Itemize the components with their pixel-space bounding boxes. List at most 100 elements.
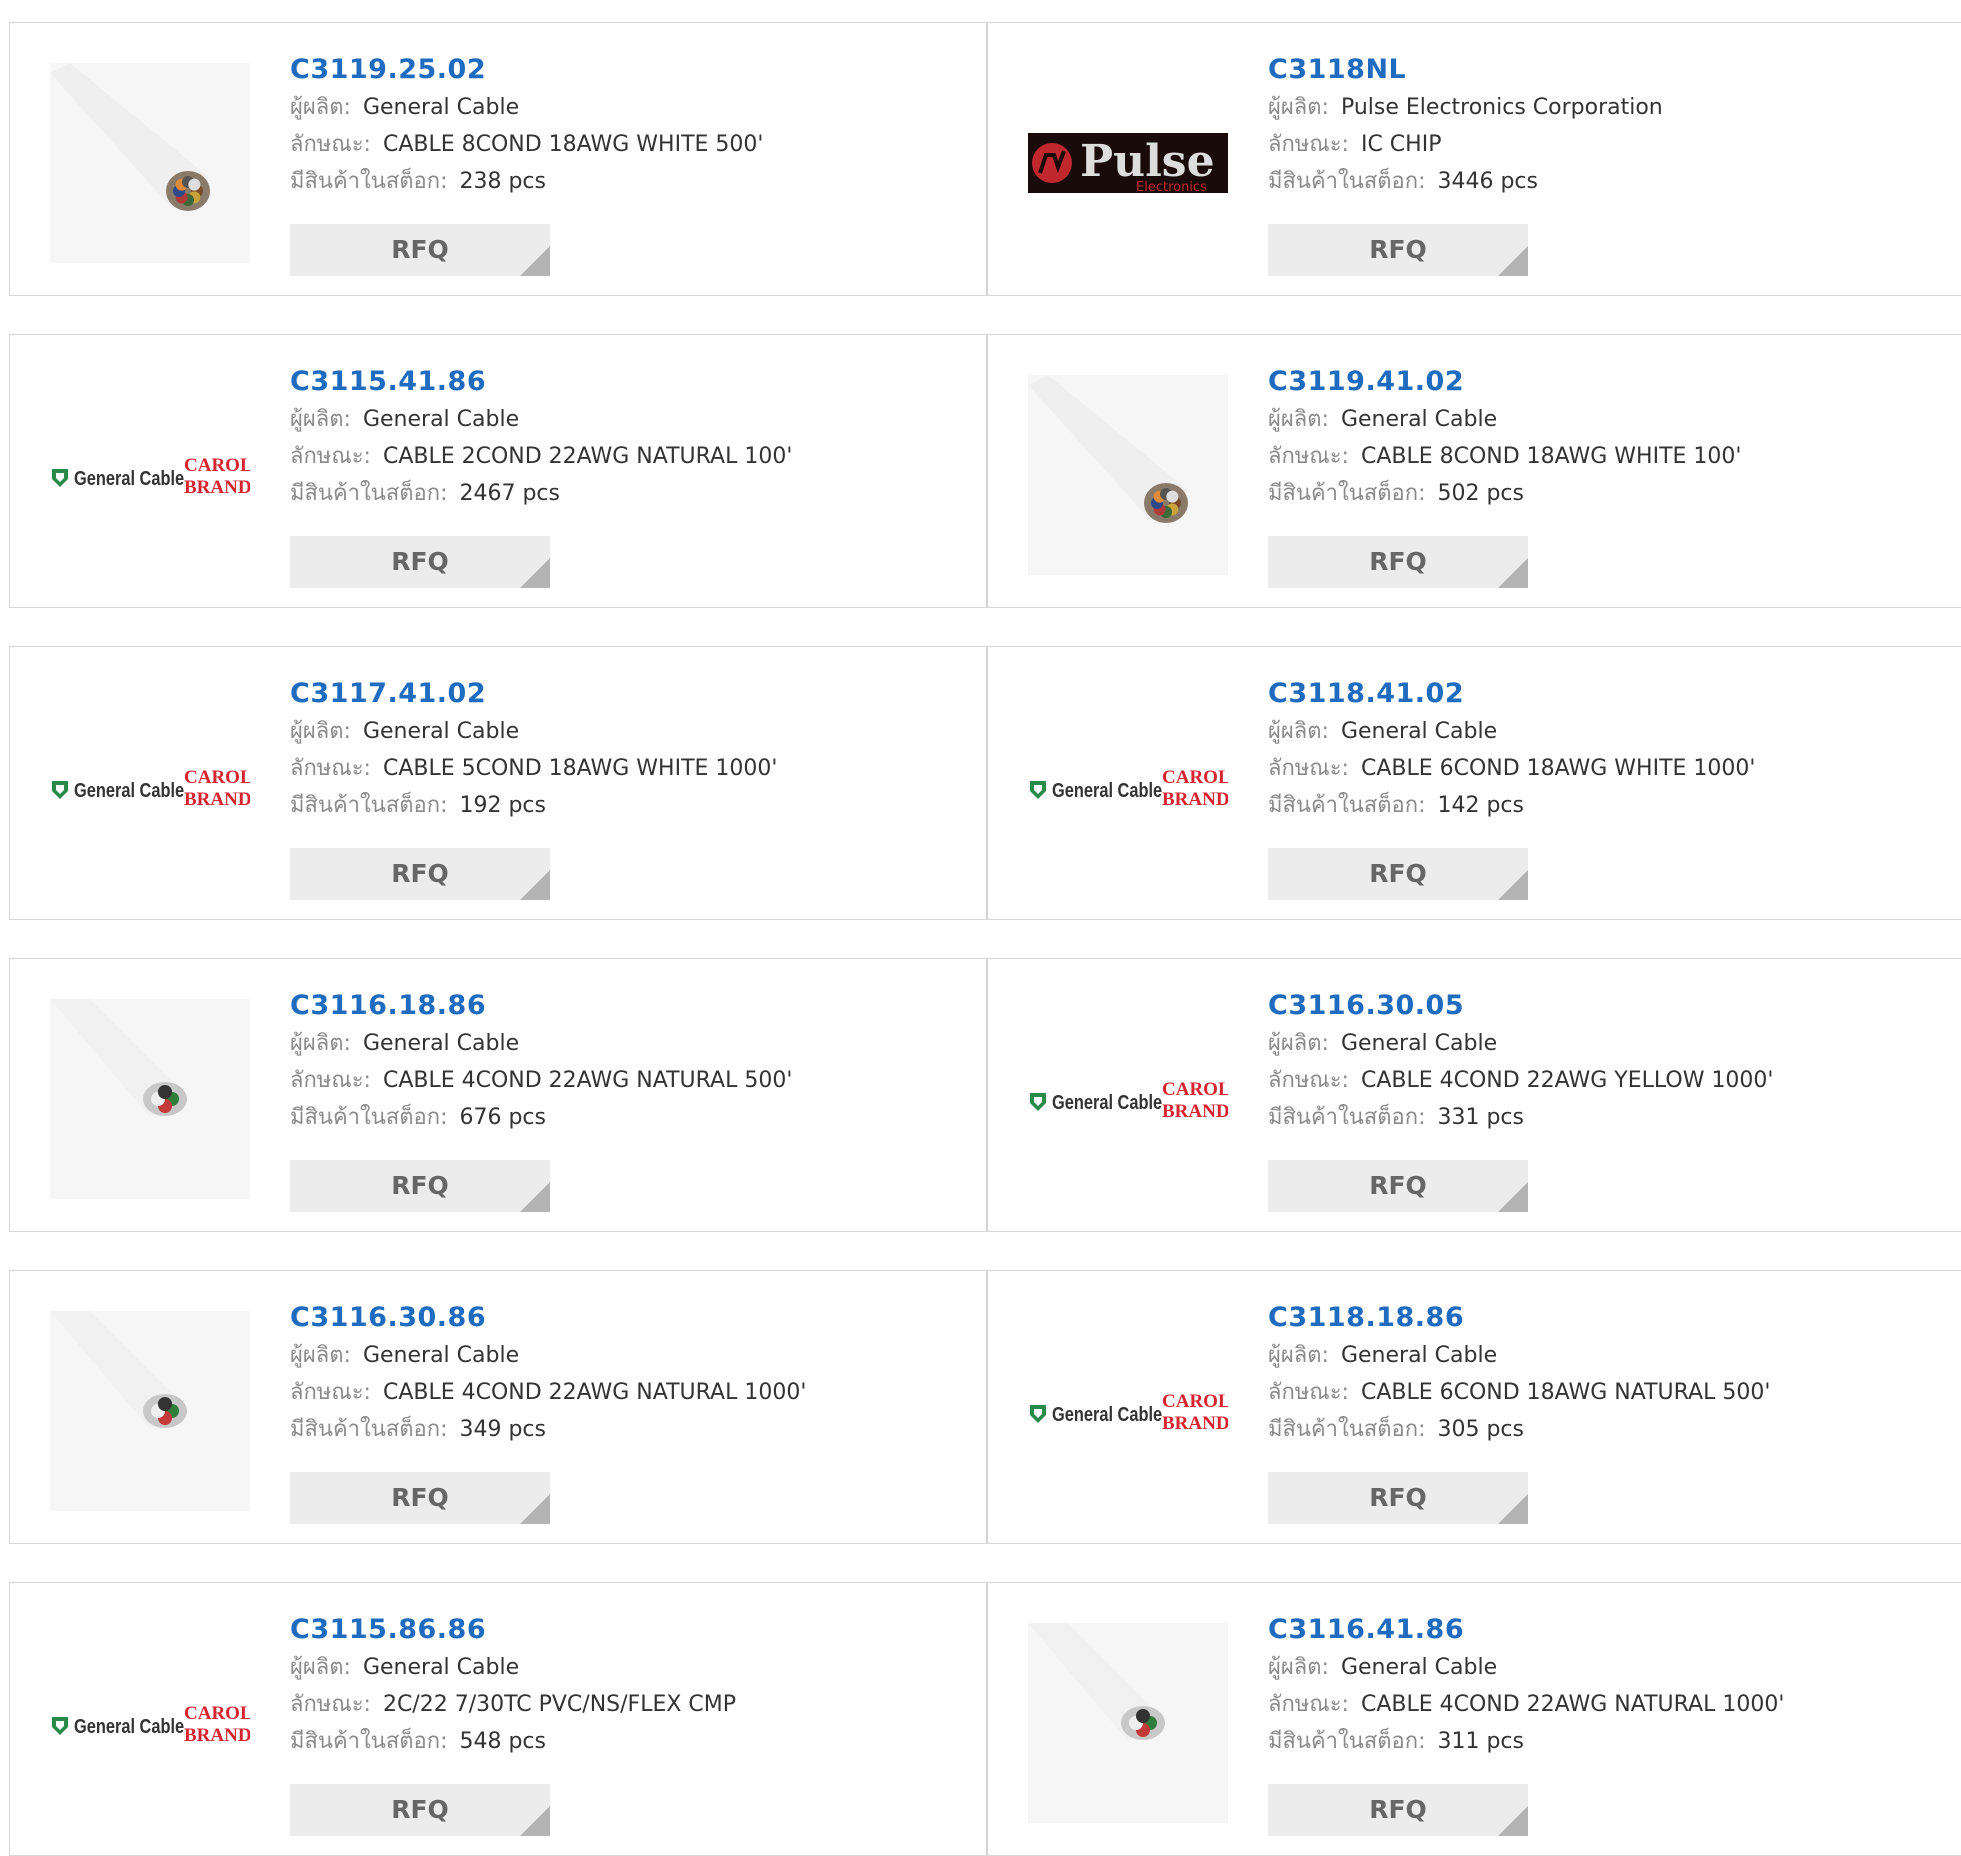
rfq-button[interactable]: RFQ <box>1268 224 1528 276</box>
svg-text:BRAND: BRAND <box>184 789 250 810</box>
part-number-link[interactable]: C3116.41.86 <box>1268 1611 1944 1649</box>
rfq-label: RFQ <box>1369 859 1427 888</box>
description-row: ลักษณะ: CABLE 5COND 18AWG WHITE 1000' <box>290 750 966 787</box>
svg-text:General Cable: General Cable <box>1052 1090 1162 1113</box>
general-cable-logo[interactable]: General Cable CAROL BRAND <box>50 687 253 887</box>
manufacturer-row: ผู้ผลิต: General Cable <box>290 713 966 750</box>
stock-row: มีสินค้าในสต็อก: 349 pcs <box>290 1411 966 1448</box>
rfq-button[interactable]: RFQ <box>1268 848 1528 900</box>
rfq-button[interactable]: RFQ <box>1268 1784 1528 1836</box>
rfq-label: RFQ <box>1369 1483 1427 1512</box>
description-label: ลักษณะ: <box>1268 444 1349 469</box>
svg-text:General Cable: General Cable <box>1052 778 1162 801</box>
corner-triangle-icon <box>520 1182 550 1212</box>
cable-product-image[interactable] <box>1028 1623 1228 1823</box>
svg-text:General Cable: General Cable <box>74 778 184 801</box>
rfq-button[interactable]: RFQ <box>290 1784 550 1836</box>
manufacturer-row: ผู้ผลิต: General Cable <box>1268 401 1944 438</box>
product-card: General Cable CAROL BRAND C3118.41.02 ผู… <box>987 646 1961 920</box>
stock-value: 502 pcs <box>1437 481 1524 506</box>
manufacturer-value: Pulse Electronics Corporation <box>1340 95 1663 120</box>
stock-label: มีสินค้าในสต็อก: <box>290 169 448 194</box>
part-number-link[interactable]: C3115.86.86 <box>290 1611 966 1649</box>
description-value: CABLE 8COND 18AWG WHITE 500' <box>382 132 764 157</box>
part-number-link[interactable]: C3116.30.05 <box>1268 987 1944 1025</box>
cable-product-image[interactable] <box>50 63 250 263</box>
description-value: CABLE 4COND 22AWG YELLOW 1000' <box>1360 1068 1774 1093</box>
description-value: CABLE 6COND 18AWG WHITE 1000' <box>1360 756 1756 781</box>
rfq-button[interactable]: RFQ <box>1268 536 1528 588</box>
rfq-button[interactable]: RFQ <box>290 1472 550 1524</box>
part-number-link[interactable]: C3118.41.02 <box>1268 675 1944 713</box>
rfq-button[interactable]: RFQ <box>290 848 550 900</box>
description-value: CABLE 8COND 18AWG WHITE 100' <box>1360 444 1742 469</box>
rfq-button[interactable]: RFQ <box>290 1160 550 1212</box>
description-row: ลักษณะ: CABLE 4COND 22AWG YELLOW 1000' <box>1268 1062 1944 1099</box>
manufacturer-value: General Cable <box>362 1655 520 1680</box>
manufacturer-label: ผู้ผลิต: <box>1268 95 1329 120</box>
stock-value: 676 pcs <box>459 1105 546 1130</box>
description-row: ลักษณะ: CABLE 2COND 22AWG NATURAL 100' <box>290 438 966 475</box>
cable-product-image[interactable] <box>1028 375 1228 575</box>
part-number-link[interactable]: C3116.18.86 <box>290 987 966 1025</box>
part-number-link[interactable]: C3117.41.02 <box>290 675 966 713</box>
manufacturer-value: General Cable <box>362 407 520 432</box>
rfq-label: RFQ <box>391 1171 449 1200</box>
manufacturer-row: ผู้ผลิต: General Cable <box>290 1025 966 1062</box>
product-info: C3119.25.02 ผู้ผลิต: General Cable ลักษณะ… <box>290 51 966 200</box>
part-number-link[interactable]: C3119.25.02 <box>290 51 966 89</box>
rfq-button[interactable]: RFQ <box>290 536 550 588</box>
description-label: ลักษณะ: <box>290 756 371 781</box>
manufacturer-label: ผู้ผลิต: <box>1268 719 1329 744</box>
stock-row: มีสินค้าในสต็อก: 311 pcs <box>1268 1723 1944 1760</box>
cable-product-image[interactable] <box>50 1311 250 1511</box>
description-label: ลักษณะ: <box>1268 756 1349 781</box>
description-value: CABLE 5COND 18AWG WHITE 1000' <box>382 756 778 781</box>
part-number-link[interactable]: C3116.30.86 <box>290 1299 966 1337</box>
product-card: C3116.18.86 ผู้ผลิต: General Cable ลักษณะ… <box>9 958 987 1232</box>
manufacturer-value: General Cable <box>362 1343 520 1368</box>
description-row: ลักษณะ: CABLE 8COND 18AWG WHITE 100' <box>1268 438 1944 475</box>
general-cable-logo[interactable]: General Cable CAROL BRAND <box>50 1623 253 1823</box>
general-cable-logo[interactable]: General Cable CAROL BRAND <box>1028 687 1231 887</box>
general-cable-logo[interactable]: General Cable CAROL BRAND <box>1028 999 1231 1199</box>
description-label: ลักษณะ: <box>1268 1692 1349 1717</box>
description-label: ลักษณะ: <box>290 444 371 469</box>
svg-text:General Cable: General Cable <box>74 1714 184 1737</box>
manufacturer-row: ผู้ผลิต: General Cable <box>1268 713 1944 750</box>
product-info: C3115.86.86 ผู้ผลิต: General Cable ลักษณะ… <box>290 1611 966 1760</box>
manufacturer-value: General Cable <box>362 95 520 120</box>
rfq-button[interactable]: RFQ <box>1268 1472 1528 1524</box>
description-label: ลักษณะ: <box>290 1380 371 1405</box>
manufacturer-row: ผู้ผลิต: General Cable <box>1268 1649 1944 1686</box>
description-value: CABLE 4COND 22AWG NATURAL 500' <box>382 1068 793 1093</box>
rfq-button[interactable]: RFQ <box>290 224 550 276</box>
rfq-button[interactable]: RFQ <box>1268 1160 1528 1212</box>
manufacturer-row: ผู้ผลิต: General Cable <box>1268 1025 1944 1062</box>
corner-triangle-icon <box>520 558 550 588</box>
general-cable-logo[interactable]: General Cable CAROL BRAND <box>1028 1311 1231 1511</box>
stock-value: 3446 pcs <box>1437 169 1538 194</box>
stock-row: มีสินค้าในสต็อก: 2467 pcs <box>290 475 966 512</box>
description-row: ลักษณะ: CABLE 6COND 18AWG NATURAL 500' <box>1268 1374 1944 1411</box>
part-number-link[interactable]: C3118.18.86 <box>1268 1299 1944 1337</box>
corner-triangle-icon <box>1498 558 1528 588</box>
manufacturer-label: ผู้ผลิต: <box>290 1031 351 1056</box>
part-number-link[interactable]: C3115.41.86 <box>290 363 966 401</box>
rfq-label: RFQ <box>391 859 449 888</box>
general-cable-logo[interactable]: General Cable CAROL BRAND <box>50 375 253 575</box>
svg-text:CAROL: CAROL <box>1162 767 1228 788</box>
svg-text:BRAND: BRAND <box>184 477 250 498</box>
cable-product-image[interactable] <box>50 999 250 1199</box>
rfq-label: RFQ <box>1369 1171 1427 1200</box>
product-card: C3119.41.02 ผู้ผลิต: General Cable ลักษณะ… <box>987 334 1961 608</box>
svg-text:General Cable: General Cable <box>74 466 184 489</box>
stock-label: มีสินค้าในสต็อก: <box>290 481 448 506</box>
part-number-link[interactable]: C3119.41.02 <box>1268 363 1944 401</box>
rfq-label: RFQ <box>1369 547 1427 576</box>
pulse-electronics-logo[interactable]: Pulse Electronics <box>1028 63 1228 263</box>
stock-value: 331 pcs <box>1437 1105 1524 1130</box>
product-info: C3115.41.86 ผู้ผลิต: General Cable ลักษณะ… <box>290 363 966 512</box>
part-number-link[interactable]: C3118NL <box>1268 51 1944 89</box>
stock-label: มีสินค้าในสต็อก: <box>1268 169 1426 194</box>
